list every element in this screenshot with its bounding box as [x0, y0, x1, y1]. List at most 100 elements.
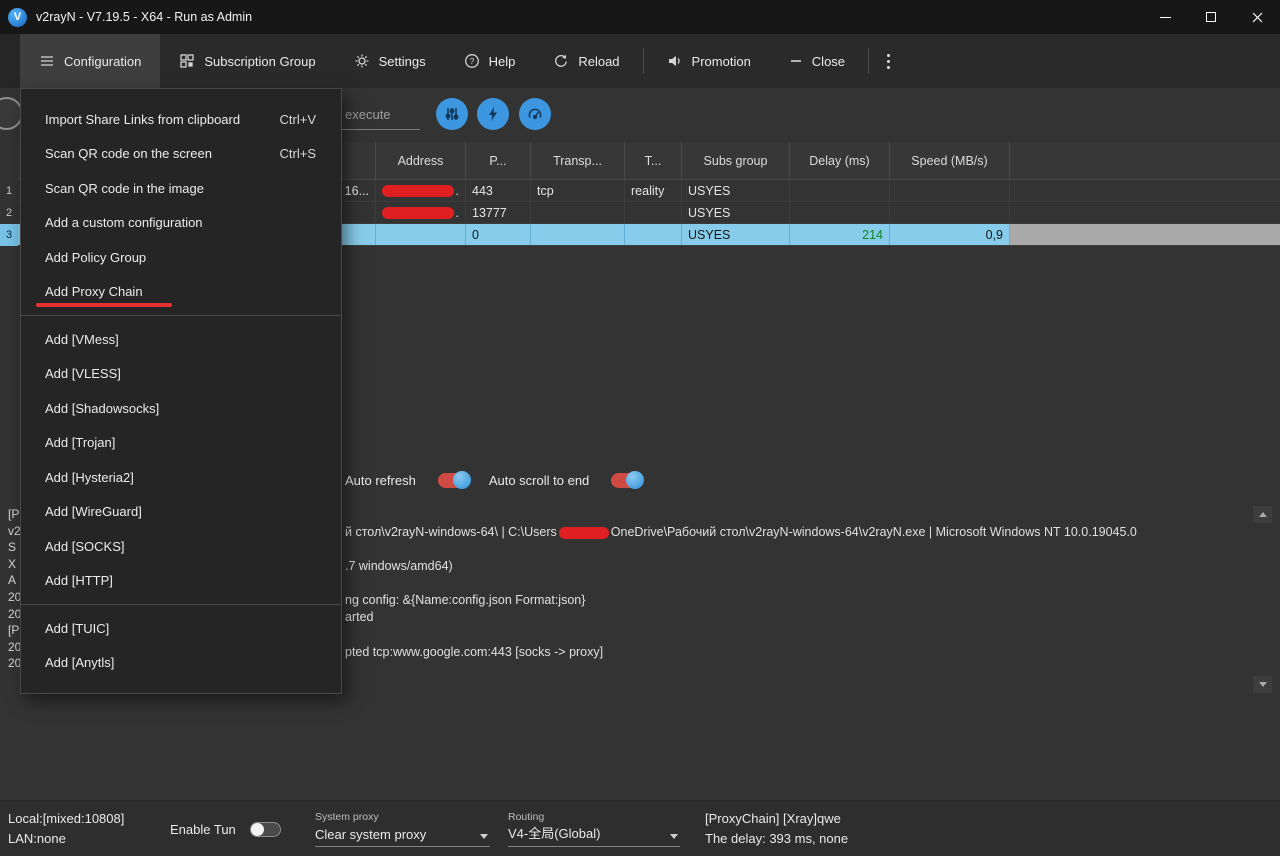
speedtest-button[interactable]: [477, 98, 509, 130]
cell-address: [376, 224, 466, 245]
row-number-selected[interactable]: 3: [0, 224, 18, 246]
menu-item-add-socks[interactable]: Add [SOCKS]: [21, 529, 341, 564]
column-speed[interactable]: Speed (MB/s): [890, 142, 1010, 179]
menu-item-scan-qr-screen[interactable]: Scan QR code on the screen Ctrl+S: [21, 137, 341, 172]
menu-subscription-group[interactable]: Subscription Group: [160, 34, 334, 88]
row-number[interactable]: 2: [0, 202, 18, 224]
auto-refresh-toggle[interactable]: [438, 473, 469, 488]
cell-port: 443: [466, 180, 531, 201]
auto-scroll-toggle[interactable]: [611, 473, 642, 488]
sliders-icon: [444, 106, 460, 122]
shortcut-label: Ctrl+V: [280, 112, 316, 127]
cell-delay: [790, 202, 890, 223]
chevron-down-icon: [480, 834, 488, 839]
toggle-knob: [453, 471, 471, 489]
maximize-icon: [1206, 12, 1216, 22]
listen-info: Local:[mixed:10808] LAN:none: [8, 809, 124, 849]
cell-filler: [1010, 180, 1280, 201]
cell-transport: [531, 202, 625, 223]
column-filler: [1010, 142, 1280, 179]
row-number[interactable]: 1: [0, 180, 18, 202]
cell-transport: tcp: [531, 180, 625, 201]
redaction-blob: [382, 207, 454, 219]
log-line: arted: [345, 610, 374, 624]
minimize-button[interactable]: [1142, 0, 1188, 34]
menu-configuration[interactable]: Configuration: [20, 34, 160, 88]
menu-item-add-vless[interactable]: Add [VLESS]: [21, 357, 341, 392]
help-icon: ?: [464, 53, 480, 69]
delay-info-text: The delay: 393 ms, none: [705, 829, 848, 849]
filter-button[interactable]: [436, 98, 468, 130]
redaction-blob: [559, 527, 609, 539]
titlebar: V v2rayN - V7.19.5 - X64 - Run as Admin: [0, 0, 1280, 34]
auto-scroll-label: Auto scroll to end: [489, 473, 589, 488]
menubar-lead: [0, 34, 20, 88]
cell-tls: reality: [625, 180, 682, 201]
menu-close[interactable]: Close: [770, 34, 864, 88]
cell-tls: [625, 224, 682, 245]
maximize-button[interactable]: [1188, 0, 1234, 34]
menu-item-add-anytls[interactable]: Add [Anytls]: [21, 646, 341, 681]
log-line: .7 windows/amd64): [345, 559, 453, 573]
menubar-separator: [868, 48, 869, 74]
column-tls[interactable]: T...: [625, 142, 682, 179]
gauge-icon: [527, 106, 543, 122]
more-menu-button[interactable]: [873, 34, 904, 88]
menu-item-import-share-links[interactable]: Import Share Links from clipboard Ctrl+V: [21, 102, 341, 137]
menu-item-add-policy-group[interactable]: Add Policy Group: [21, 240, 341, 275]
menu-help-label: Help: [489, 54, 516, 69]
menu-settings[interactable]: Settings: [335, 34, 445, 88]
menu-item-add-hysteria2[interactable]: Add [Hysteria2]: [21, 460, 341, 495]
cell-subs-group: USYES: [682, 224, 790, 245]
menu-item-add-http[interactable]: Add [HTTP]: [21, 564, 341, 599]
system-proxy-select[interactable]: System proxy Clear system proxy: [315, 811, 490, 847]
log-line: ng config: &{Name:config.json Format:jso…: [345, 593, 585, 607]
menu-reload[interactable]: Reload: [534, 34, 638, 88]
column-subs-group[interactable]: Subs group: [682, 142, 790, 179]
menu-promotion[interactable]: Promotion: [648, 34, 770, 88]
menu-item-add-proxy-chain[interactable]: Add Proxy Chain: [21, 275, 341, 310]
menu-separator: [21, 315, 341, 316]
enable-tun-toggle[interactable]: [250, 822, 281, 837]
ping-test-button[interactable]: [519, 98, 551, 130]
reload-icon: [553, 53, 569, 69]
local-ports-text: Local:[mixed:10808]: [8, 809, 124, 829]
menu-item-add-vmess[interactable]: Add [VMess]: [21, 322, 341, 357]
cell-speed: 0,9: [890, 224, 1010, 245]
shortcut-label: Ctrl+S: [280, 146, 316, 161]
menu-help[interactable]: ? Help: [445, 34, 535, 88]
column-transport[interactable]: Transp...: [531, 142, 625, 179]
menu-item-add-custom-configuration[interactable]: Add a custom configuration: [21, 206, 341, 241]
cell-subs-group: USYES: [682, 180, 790, 201]
toggle-knob: [251, 823, 264, 836]
log-controls: Auto refresh Auto scroll to end: [345, 466, 642, 494]
menu-separator: [21, 604, 341, 605]
routing-select[interactable]: Routing V4-全局(Global): [508, 811, 680, 847]
scroll-down-button[interactable]: [1253, 676, 1272, 693]
lightning-icon: [485, 106, 501, 122]
menu-promotion-label: Promotion: [692, 54, 751, 69]
system-proxy-label: System proxy: [315, 811, 490, 823]
column-address[interactable]: Address: [376, 142, 466, 179]
column-port[interactable]: P...: [466, 142, 531, 179]
menu-subscription-group-label: Subscription Group: [204, 54, 315, 69]
app-logo-icon: V: [8, 8, 27, 27]
menu-item-add-shadowsocks[interactable]: Add [Shadowsocks]: [21, 391, 341, 426]
cell-speed: [890, 202, 1010, 223]
menu-item-add-trojan[interactable]: Add [Trojan]: [21, 426, 341, 461]
statusbar: Local:[mixed:10808] LAN:none Enable Tun …: [0, 800, 1280, 856]
menu-item-add-tuic[interactable]: Add [TUIC]: [21, 611, 341, 646]
menu-close-label: Close: [812, 54, 845, 69]
window-controls: [1142, 0, 1280, 34]
red-underline-annotation: [36, 303, 172, 307]
column-delay[interactable]: Delay (ms): [790, 142, 890, 179]
menu-item-add-wireguard[interactable]: Add [WireGuard]: [21, 495, 341, 530]
close-window-button[interactable]: [1234, 0, 1280, 34]
cell-speed: [890, 180, 1010, 201]
active-profile-text: [ProxyChain] [Xray]qwe: [705, 809, 848, 829]
system-proxy-value: Clear system proxy: [315, 827, 426, 842]
cell-address: .: [376, 202, 466, 223]
triangle-down-icon: [1259, 682, 1267, 687]
menu-item-scan-qr-image[interactable]: Scan QR code in the image: [21, 171, 341, 206]
scroll-up-button[interactable]: [1253, 506, 1272, 523]
